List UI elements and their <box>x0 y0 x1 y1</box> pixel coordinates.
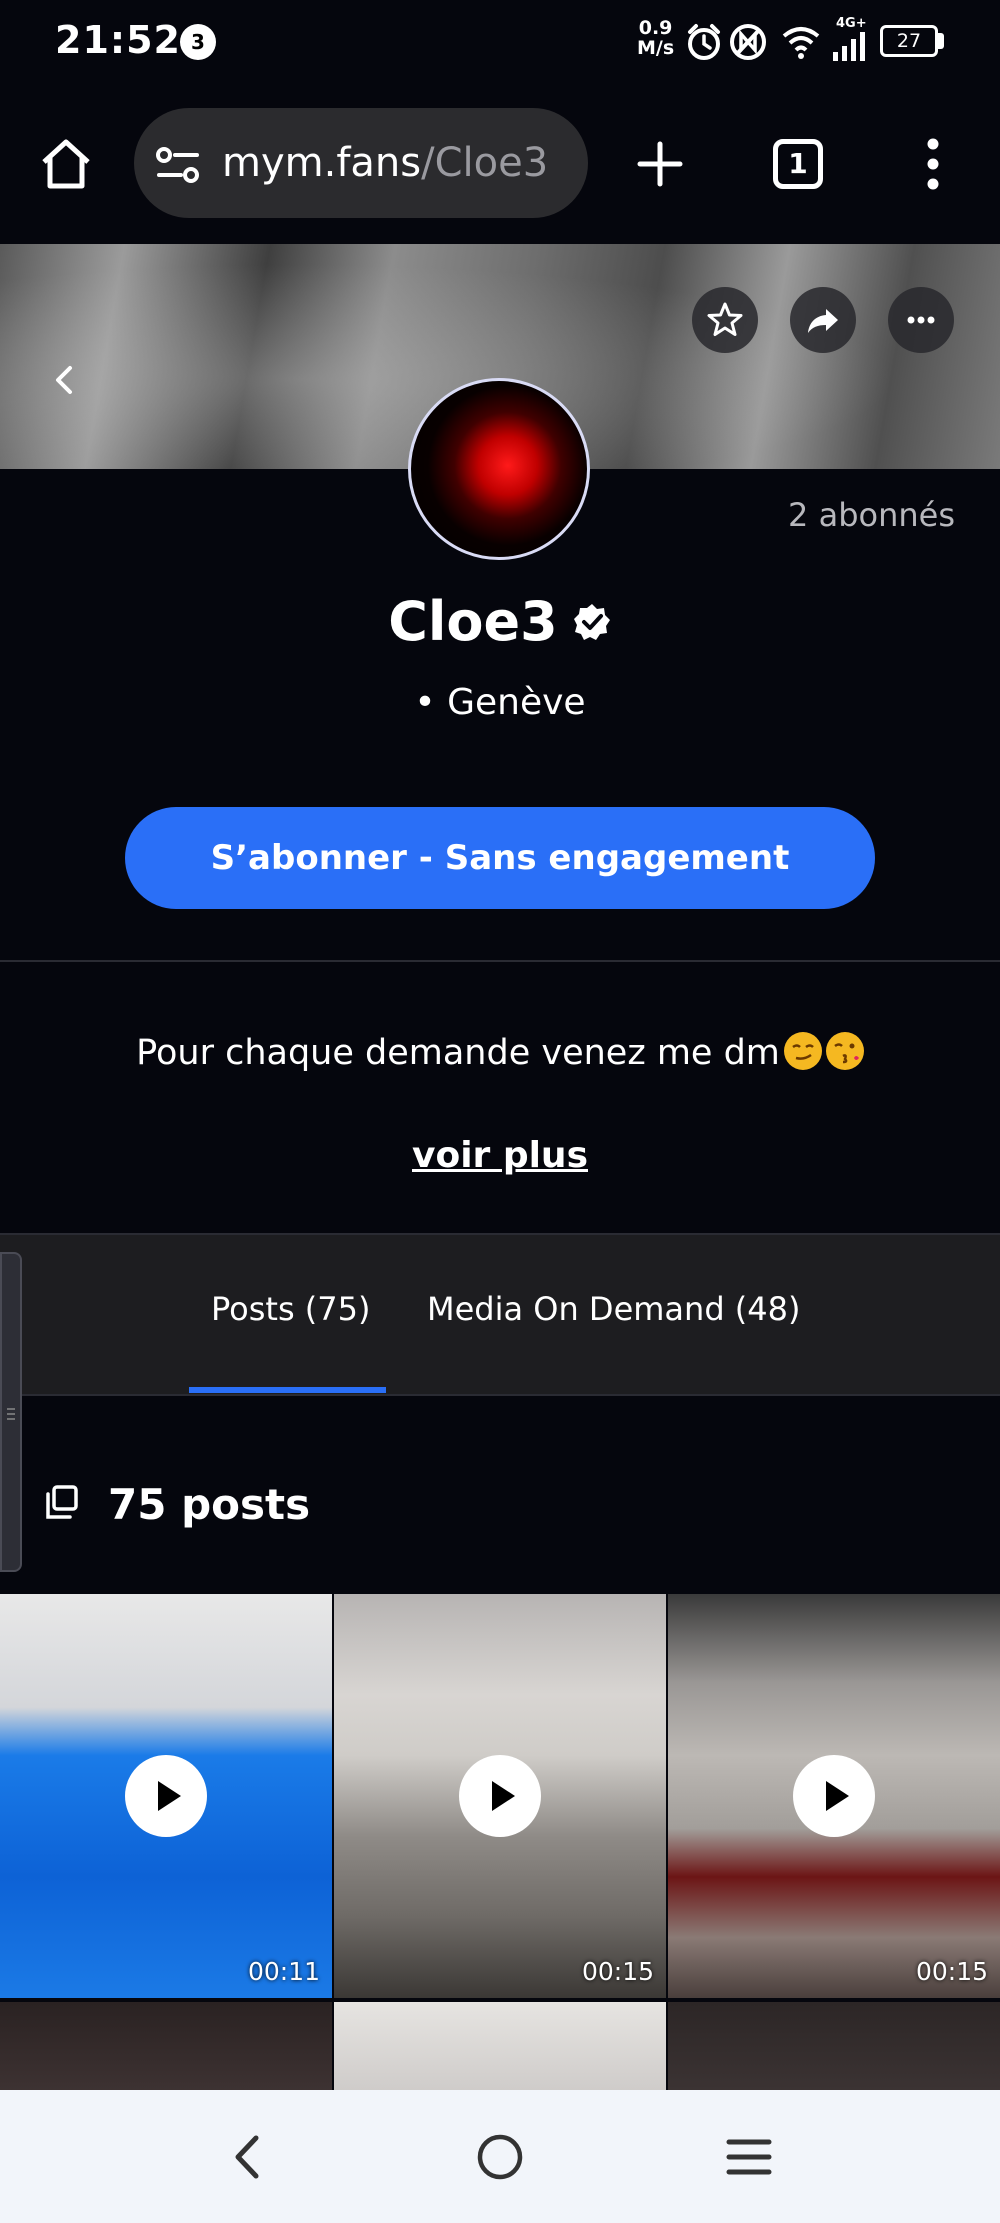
share-icon <box>808 309 838 333</box>
tabs-top-divider <box>0 1233 1000 1235</box>
url-text[interactable]: mym.fans/Cloe3 <box>222 140 548 186</box>
network-speed-value: 0.9 <box>638 17 673 39</box>
profile-location: • Genève <box>414 682 586 723</box>
play-button[interactable] <box>793 1755 875 1837</box>
profile-name-row: Cloe3 <box>0 590 1000 653</box>
profile-name: Cloe3 <box>388 590 558 653</box>
play-icon <box>492 1781 515 1811</box>
nav-home-icon[interactable] <box>476 2133 524 2181</box>
play-icon <box>158 1781 181 1811</box>
post-duration: 00:15 <box>915 1957 988 1986</box>
wifi-icon <box>782 27 820 59</box>
battery-indicator: 27 <box>880 25 938 57</box>
more-icon[interactable] <box>918 137 948 191</box>
subscribe-button[interactable]: S’abonner - Sans engagement <box>125 807 875 909</box>
see-more-link[interactable]: voir plus <box>0 1135 1000 1176</box>
post-thumbnail[interactable]: 00:15 <box>334 1594 666 1998</box>
tab-media-on-demand[interactable]: Media On Demand (48) <box>427 1290 800 1328</box>
notification-badge: 3 <box>180 24 216 60</box>
star-icon <box>707 302 743 336</box>
active-tab-indicator <box>189 1387 386 1393</box>
post-thumbnail[interactable] <box>334 2002 666 2090</box>
post-thumbnail[interactable] <box>668 2002 1000 2090</box>
posts-count: 75 posts <box>108 1480 311 1529</box>
nav-back-icon[interactable] <box>228 2132 268 2182</box>
tab-posts[interactable]: Posts (75) <box>211 1290 370 1328</box>
network-speed: 0.9 M/s <box>637 18 674 58</box>
options-button[interactable] <box>888 287 954 353</box>
network-type: 4G+ <box>836 16 867 31</box>
divider <box>0 960 1000 962</box>
profile-bio: Pour chaque demande venez me dm <box>0 1032 1000 1073</box>
side-panel-handle[interactable] <box>0 1252 22 1572</box>
signal-icon <box>833 32 865 61</box>
url-path: /Cloe3 <box>421 140 549 186</box>
network-speed-unit: M/s <box>637 37 675 59</box>
battery-tip <box>938 33 944 49</box>
tabs-bottom-divider <box>0 1394 1000 1396</box>
play-button[interactable] <box>125 1755 207 1837</box>
posts-icon <box>46 1485 78 1519</box>
alarm-icon <box>688 24 720 60</box>
post-duration: 00:15 <box>581 1957 654 1986</box>
subscriber-count: 2 abonnés <box>788 496 955 534</box>
share-button[interactable] <box>790 287 856 353</box>
home-icon[interactable] <box>38 136 94 192</box>
avatar[interactable] <box>408 378 590 560</box>
back-chevron-icon[interactable] <box>50 360 80 400</box>
play-icon <box>826 1781 849 1811</box>
ellipsis-icon <box>907 316 935 324</box>
favorite-button[interactable] <box>692 287 758 353</box>
site-settings-icon[interactable] <box>155 145 201 185</box>
kiss-emoji-icon <box>825 1032 864 1070</box>
verified-icon <box>573 603 610 640</box>
post-thumbnail[interactable]: 00:15 <box>668 1594 1000 1998</box>
post-duration: 00:11 <box>247 1957 320 1986</box>
new-tab-icon[interactable] <box>636 140 684 188</box>
nav-menu-icon[interactable] <box>726 2138 772 2176</box>
post-thumbnail[interactable]: 00:11 <box>0 1594 332 1998</box>
tab-switcher-button[interactable]: 1 <box>773 139 823 189</box>
play-button[interactable] <box>459 1755 541 1837</box>
post-thumbnail[interactable] <box>0 2002 332 2090</box>
bio-text: Pour chaque demande venez me dm <box>136 1033 780 1073</box>
nfc-icon <box>730 24 766 60</box>
status-time: 21:52 <box>55 18 181 62</box>
url-domain: mym.fans <box>222 140 422 186</box>
smirk-emoji-icon <box>783 1032 822 1070</box>
